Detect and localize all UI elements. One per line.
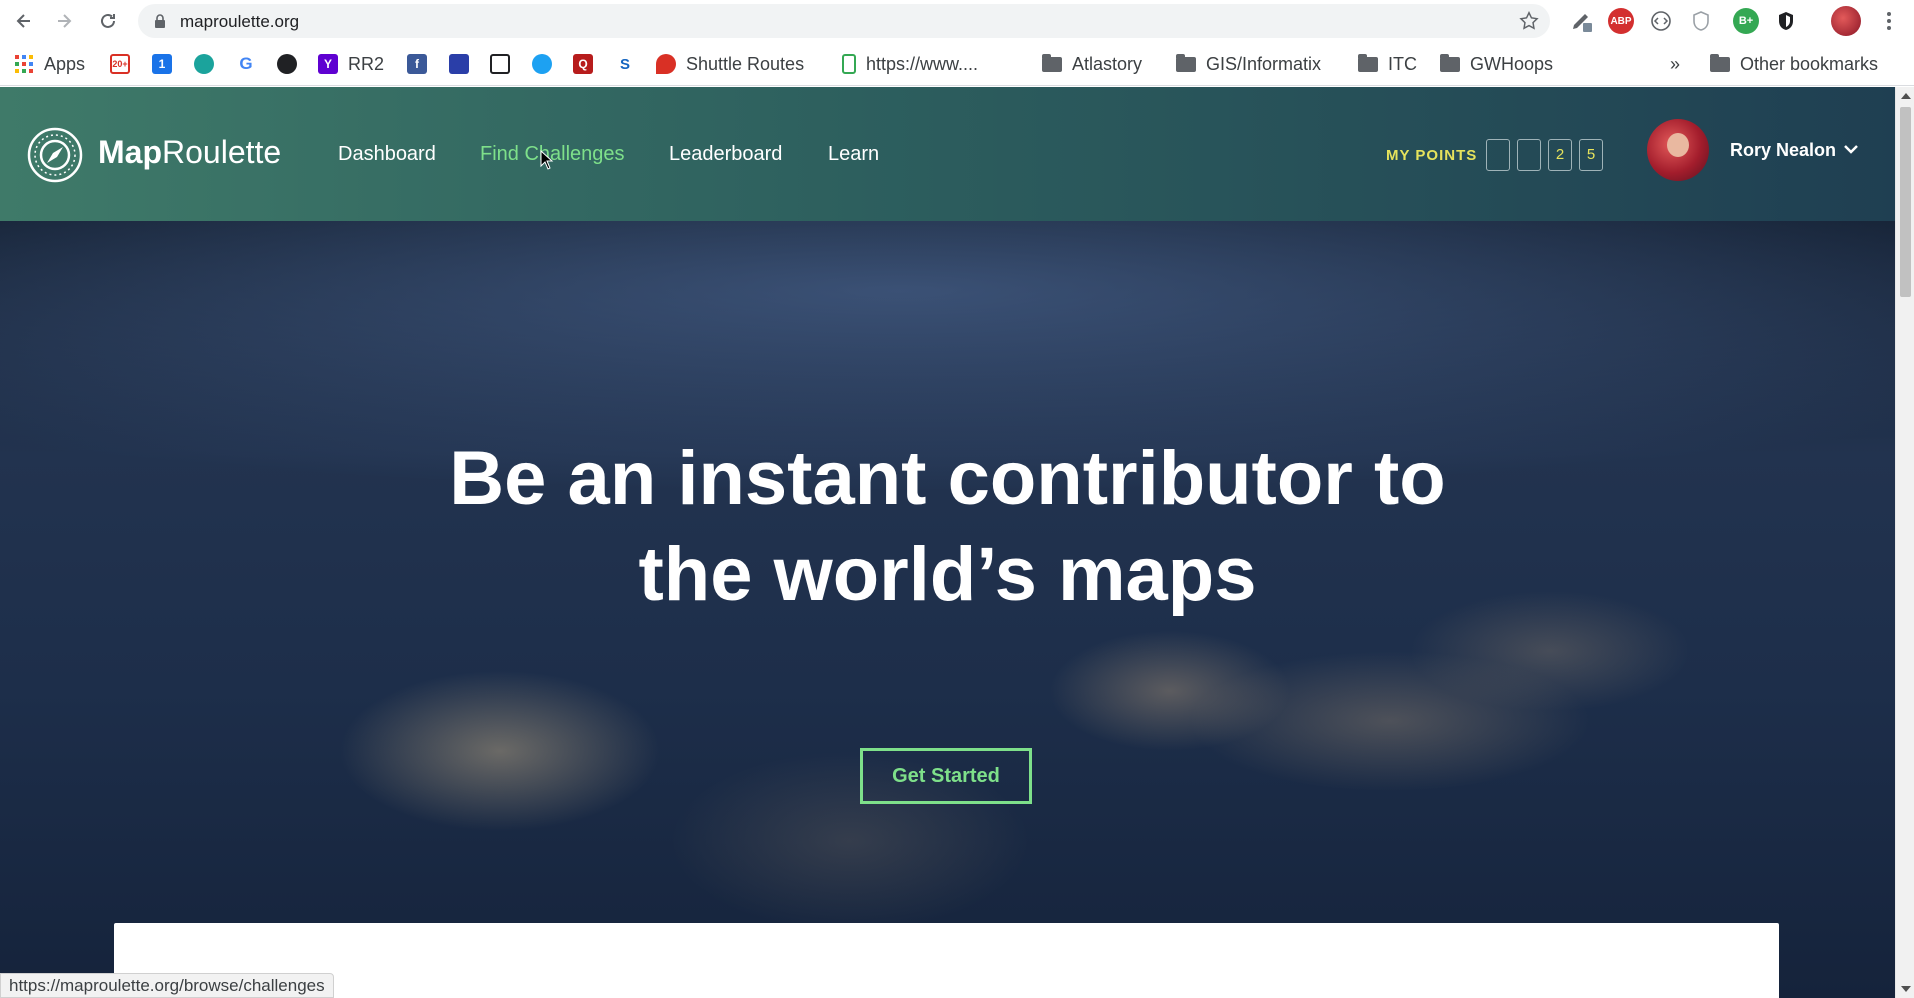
folder-icon — [1358, 53, 1378, 72]
folder-icon — [1710, 53, 1730, 72]
nav-dashboard[interactable]: Dashboard — [338, 143, 436, 166]
bookmark-dark-icon — [277, 54, 297, 74]
user-name[interactable]: Rory Nealon — [1730, 140, 1836, 161]
apps-grid-icon — [15, 55, 33, 73]
bookmark-shuttle-routes[interactable]: Shuttle Routes — [656, 52, 804, 76]
hero-banner: Be an instant contributor to the world’s… — [0, 221, 1895, 998]
back-button[interactable] — [10, 7, 38, 35]
chevron-down-icon[interactable] — [1843, 143, 1859, 155]
qr-icon — [490, 54, 510, 74]
bookmarks-overflow-button[interactable]: » — [1670, 52, 1680, 76]
folder-icon — [1440, 53, 1460, 72]
profile-avatar-icon[interactable] — [1831, 6, 1861, 36]
bookmark-twitter[interactable] — [532, 52, 562, 76]
bookmark-qr[interactable] — [490, 52, 520, 76]
drop-icon — [194, 54, 214, 74]
bookmark-rr2[interactable]: Y RR2 — [318, 52, 384, 76]
menu-kebab-icon[interactable] — [1876, 8, 1902, 34]
forward-arrow-icon — [58, 14, 72, 28]
site-header: MapRoulette Dashboard Find Challenges Le… — [0, 87, 1895, 221]
shield-outline-icon[interactable] — [1688, 8, 1714, 34]
shield-filled-icon[interactable] — [1773, 8, 1799, 34]
bookmark-gmail[interactable]: 20+ — [110, 52, 140, 76]
bookmark-https[interactable]: https://www.... — [842, 52, 978, 76]
points-digit — [1517, 139, 1541, 171]
bookmark-calendar[interactable]: 1 — [152, 52, 182, 76]
page-viewport: MapRoulette Dashboard Find Challenges Le… — [0, 87, 1895, 998]
bookmarks-bar: Apps 20+ 1 G Y RR2 f Q S Shuttle Routes … — [0, 42, 1914, 86]
folder-icon — [1176, 53, 1196, 72]
phone-icon — [842, 54, 856, 74]
get-started-button[interactable]: Get Started — [860, 748, 1032, 804]
back-arrow-icon — [16, 14, 30, 28]
url-text[interactable]: maproulette.org — [180, 12, 299, 32]
bookmark-chart[interactable] — [449, 52, 479, 76]
bookmark-s[interactable]: S — [615, 52, 645, 76]
forward-button[interactable] — [50, 7, 78, 35]
other-bookmarks[interactable]: Other bookmarks — [1710, 52, 1878, 76]
points-digit: 5 — [1579, 139, 1603, 171]
bookmark-star-icon[interactable] — [1518, 10, 1540, 32]
code-extension-icon[interactable] — [1648, 8, 1674, 34]
s-icon: S — [615, 54, 635, 74]
link-status-bar: https://maproulette.org/browse/challenge… — [0, 973, 334, 998]
yahoo-icon: Y — [318, 54, 338, 74]
bookmark-dark[interactable] — [277, 52, 307, 76]
scrollbar-thumb[interactable] — [1900, 107, 1911, 297]
chart-icon — [449, 54, 469, 74]
facebook-icon: f — [407, 54, 427, 74]
bookmark-q[interactable]: Q — [573, 52, 603, 76]
gmail-icon: 20+ — [110, 54, 130, 74]
pen-extension-icon[interactable] — [1568, 8, 1594, 34]
avatar[interactable] — [1647, 119, 1709, 181]
bookmark-itc[interactable]: ITC — [1358, 52, 1417, 76]
points-digit — [1486, 139, 1510, 171]
twitter-icon — [532, 54, 552, 74]
bookmark-gis-informatix[interactable]: GIS/Informatix — [1176, 52, 1321, 76]
hero-title: Be an instant contributor to the world’s… — [449, 436, 1446, 617]
content-card — [114, 923, 1779, 998]
bookmark-google[interactable]: G — [236, 52, 266, 76]
reload-button[interactable] — [94, 7, 122, 35]
page-scrollbar[interactable] — [1895, 87, 1914, 998]
calendar-icon: 1 — [152, 54, 172, 74]
b-plus-extension-icon[interactable]: B+ — [1733, 8, 1759, 34]
bookmark-atlastory[interactable]: Atlastory — [1042, 52, 1142, 76]
mouse-cursor-icon — [540, 150, 554, 170]
reload-icon — [101, 13, 115, 28]
scroll-up-arrow-icon[interactable] — [1901, 93, 1911, 99]
maproulette-logo-icon[interactable] — [27, 127, 83, 183]
browser-toolbar: maproulette.org ABP B+ — [0, 0, 1914, 42]
google-icon: G — [236, 54, 256, 74]
bookmark-apps[interactable]: Apps — [14, 52, 85, 76]
bookmark-drop[interactable] — [194, 52, 224, 76]
map-pin-icon — [656, 54, 676, 74]
folder-icon — [1042, 53, 1062, 72]
points-digit: 2 — [1548, 139, 1572, 171]
bookmark-gwhoops[interactable]: GWHoops — [1440, 52, 1553, 76]
lock-icon — [155, 14, 165, 28]
q-icon: Q — [573, 54, 593, 74]
nav-leaderboard[interactable]: Leaderboard — [669, 143, 782, 166]
scroll-down-arrow-icon[interactable] — [1901, 986, 1911, 992]
address-bar[interactable]: maproulette.org — [138, 4, 1550, 38]
bookmark-facebook[interactable]: f — [407, 52, 437, 76]
points-label: MY POINTS — [1386, 147, 1478, 164]
brand-name[interactable]: MapRoulette — [98, 134, 281, 171]
nav-learn[interactable]: Learn — [828, 143, 879, 166]
adblock-icon[interactable]: ABP — [1608, 8, 1634, 34]
